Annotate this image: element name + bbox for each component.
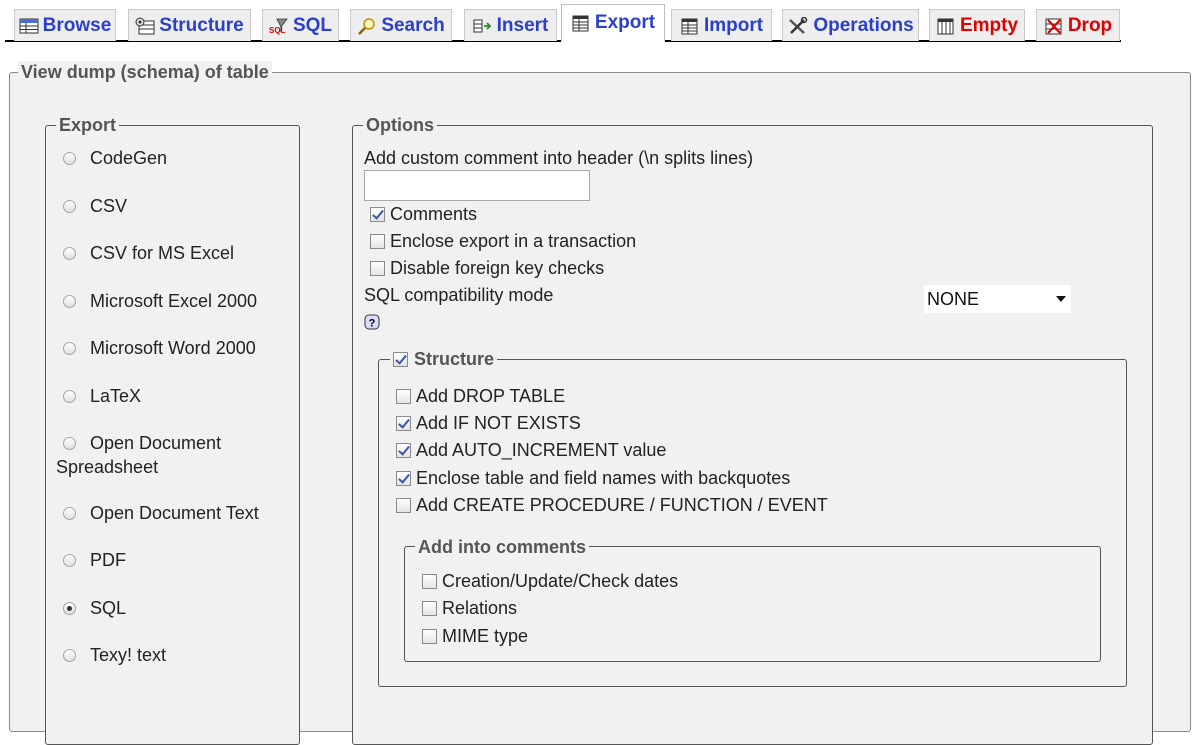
export-legend: Export xyxy=(56,114,120,136)
export-format-pdf[interactable]: PDF xyxy=(63,548,126,572)
checkbox[interactable] xyxy=(422,573,437,589)
tab-label: Import xyxy=(703,14,764,36)
insert-row-icon xyxy=(473,19,491,32)
tab-label: Search xyxy=(381,14,445,36)
checkbox[interactable] xyxy=(370,233,385,249)
structure-add-drop-table[interactable]: Add DROP TABLE xyxy=(396,384,565,408)
option-comments[interactable]: Comments xyxy=(370,202,477,226)
export-format-sql[interactable]: SQL xyxy=(63,596,126,620)
radio-button[interactable] xyxy=(63,247,76,260)
radio-button[interactable] xyxy=(63,649,76,662)
help-icon[interactable]: ? xyxy=(364,314,380,330)
tab-label: Operations xyxy=(813,14,914,36)
table-icon xyxy=(19,18,39,33)
tab-operations[interactable]: Operations xyxy=(782,9,919,41)
tab-label: Empty xyxy=(959,14,1019,36)
view-dump-legend: View dump (schema) of table xyxy=(18,61,272,83)
structure-legend[interactable]: Structure xyxy=(390,348,498,370)
tools-icon xyxy=(789,16,808,34)
svg-text:?: ? xyxy=(369,318,376,330)
export-format-ods[interactable]: Open Document xyxy=(63,431,221,455)
svg-text:SQL: SQL xyxy=(269,26,286,35)
export-format-csv[interactable]: CSV xyxy=(63,194,127,218)
tab-export[interactable]: Export xyxy=(561,4,665,42)
tab-sql[interactable]: SQL SQL xyxy=(262,9,339,41)
export-icon xyxy=(572,15,589,31)
checkbox[interactable] xyxy=(396,388,411,404)
compat-mode-label: SQL compatibility mode xyxy=(364,285,554,305)
compat-mode-select[interactable]: NONE xyxy=(924,285,1071,313)
radio-button-selected[interactable] xyxy=(63,602,76,615)
tab-label: Browse xyxy=(42,14,112,36)
export-format-texy[interactable]: Texy! text xyxy=(63,643,166,667)
option-transaction[interactable]: Enclose export in a transaction xyxy=(370,229,636,253)
comments-relations[interactable]: Relations xyxy=(422,596,517,620)
comments-mime-type[interactable]: MIME type xyxy=(422,624,528,648)
tab-structure[interactable]: Structure xyxy=(128,9,251,41)
checkbox-checked[interactable] xyxy=(370,206,385,222)
structure-checkbox[interactable] xyxy=(393,351,408,367)
tab-label: Drop xyxy=(1067,14,1113,36)
empty-table-icon xyxy=(937,18,954,34)
radio-button[interactable] xyxy=(63,390,76,403)
custom-comment-label: Add custom comment into header (\n split… xyxy=(364,148,754,168)
sql-icon: SQL xyxy=(269,18,288,35)
checkbox-checked[interactable] xyxy=(396,415,411,431)
structure-if-not-exists[interactable]: Add IF NOT EXISTS xyxy=(396,411,581,435)
tab-search[interactable]: Search xyxy=(350,9,452,41)
tab-empty[interactable]: Empty xyxy=(929,9,1025,41)
import-icon xyxy=(681,18,698,34)
export-format-odt[interactable]: Open Document Text xyxy=(63,501,259,525)
tab-bar: Browse Structure SQL SQL Search Insert E… xyxy=(0,0,1200,44)
tab-insert[interactable]: Insert xyxy=(464,9,557,41)
export-format-excel-2000[interactable]: Microsoft Excel 2000 xyxy=(63,289,257,313)
tab-label: SQL xyxy=(292,14,333,36)
structure-auto-increment[interactable]: Add AUTO_INCREMENT value xyxy=(396,438,666,462)
tab-label: Structure xyxy=(159,14,244,36)
drop-icon xyxy=(1045,18,1062,34)
checkbox[interactable] xyxy=(422,600,437,616)
chevron-down-icon xyxy=(1056,296,1066,302)
magnifier-icon xyxy=(358,17,376,35)
checkbox-checked[interactable] xyxy=(396,470,411,486)
radio-button[interactable] xyxy=(63,507,76,520)
radio-button[interactable] xyxy=(63,295,76,308)
radio-button[interactable] xyxy=(63,200,76,213)
checkbox[interactable] xyxy=(396,497,411,513)
tab-drop[interactable]: Drop xyxy=(1036,9,1120,41)
options-legend: Options xyxy=(363,114,437,136)
structure-create-procedure[interactable]: Add CREATE PROCEDURE / FUNCTION / EVENT xyxy=(396,493,828,517)
tab-label: Insert xyxy=(496,14,549,36)
tab-browse[interactable]: Browse xyxy=(14,9,116,41)
tab-label: Export xyxy=(594,11,656,33)
add-into-comments-legend: Add into comments xyxy=(415,536,590,558)
comments-creation-dates[interactable]: Creation/Update/Check dates xyxy=(422,569,678,593)
structure-backquotes[interactable]: Enclose table and field names with backq… xyxy=(396,466,790,490)
checkbox[interactable] xyxy=(422,628,437,644)
radio-button[interactable] xyxy=(63,342,76,355)
checkbox-checked[interactable] xyxy=(396,442,411,458)
radio-button[interactable] xyxy=(63,554,76,567)
export-format-csv-excel[interactable]: CSV for MS Excel xyxy=(63,241,234,265)
checkbox[interactable] xyxy=(370,260,385,276)
custom-comment-input[interactable] xyxy=(364,170,590,201)
export-format-codegen[interactable]: CodeGen xyxy=(63,146,167,170)
compat-mode-value: NONE xyxy=(927,288,980,309)
export-format-ods-continued: Spreadsheet xyxy=(56,457,159,477)
export-format-latex[interactable]: LaTeX xyxy=(63,384,141,408)
export-format-word-2000[interactable]: Microsoft Word 2000 xyxy=(63,336,256,360)
structure-icon xyxy=(135,17,155,34)
tab-import[interactable]: Import xyxy=(671,9,772,41)
option-disable-fk[interactable]: Disable foreign key checks xyxy=(370,256,604,280)
radio-button[interactable] xyxy=(63,437,76,450)
radio-button[interactable] xyxy=(63,152,76,165)
